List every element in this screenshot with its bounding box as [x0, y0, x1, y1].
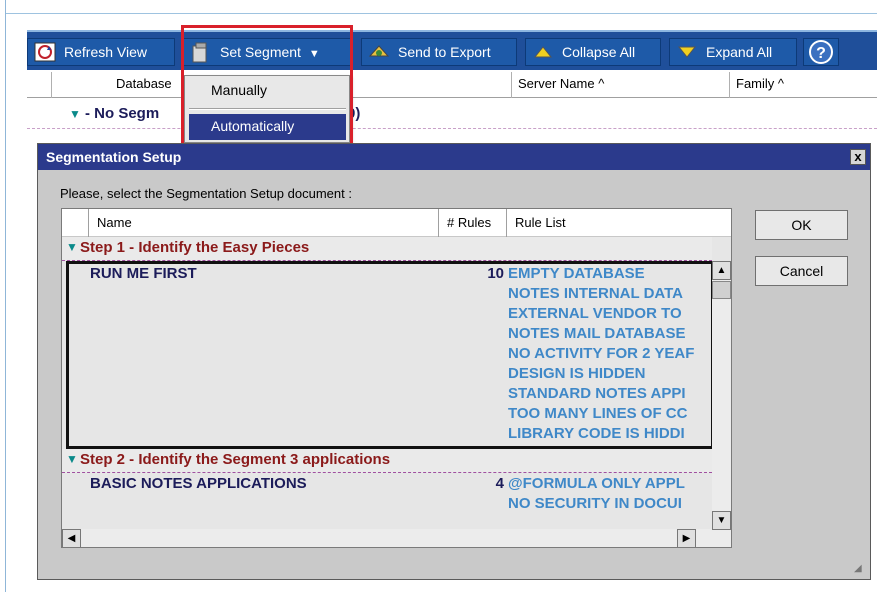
menu-item-manually[interactable]: Manually — [189, 78, 346, 104]
expanded-triangle-icon: ▼ — [66, 452, 78, 466]
dialog-title-bar: Segmentation Setup x — [38, 144, 870, 170]
vertical-scrollbar[interactable]: ▲ ▼ — [712, 261, 731, 547]
ok-button[interactable]: OK — [755, 210, 848, 240]
entry-rule-count: 4 — [495, 475, 504, 492]
cancel-button[interactable]: Cancel — [755, 256, 848, 286]
horizontal-scrollbar[interactable]: ◀ ▶ — [62, 529, 712, 547]
refresh-icon — [34, 42, 56, 62]
segmentation-setup-dialog: Segmentation Setup x Please, select the … — [37, 143, 871, 580]
col-rules[interactable]: # Rules — [438, 209, 506, 237]
set-segment-label: Set Segment — [220, 44, 301, 60]
rule-item: @FORMULA ONLY APPL — [508, 475, 685, 492]
step-2-title: Step 2 - Identify the Segment 3 applicat… — [80, 451, 391, 468]
step-2-row[interactable]: ▼ Step 2 - Identify the Segment 3 applic… — [62, 449, 712, 473]
export-icon — [368, 42, 390, 62]
selected-entry-frame — [66, 261, 714, 449]
help-icon: ? — [809, 40, 833, 64]
set-segment-menu: Manually Automatically — [184, 75, 350, 143]
chevron-down-icon: ▼ — [308, 48, 320, 60]
scroll-up-icon[interactable]: ▲ — [712, 261, 731, 280]
collapse-all-button[interactable]: Collapse All — [525, 38, 661, 66]
col-family[interactable]: Family ^ — [729, 72, 877, 98]
dialog-prompt: Please, select the Segmentation Setup do… — [60, 186, 352, 201]
scroll-right-icon[interactable]: ▶ — [677, 529, 696, 547]
scroll-thumb[interactable] — [712, 281, 731, 299]
toolbar: Refresh View Set Segment ▼ Send to Expor… — [27, 30, 877, 70]
collapse-all-label: Collapse All — [562, 44, 636, 60]
scroll-down-icon[interactable]: ▼ — [712, 511, 731, 530]
send-to-export-button[interactable]: Send to Export — [361, 38, 517, 66]
help-button[interactable]: ? — [803, 38, 839, 66]
entry-basic-notes-applications[interactable]: BASIC NOTES APPLICATIONS — [90, 475, 307, 492]
collapse-icon — [532, 42, 554, 62]
step-1-row[interactable]: ▼ Step 1 - Identify the Easy Pieces — [62, 237, 712, 261]
app-window: Refresh View Set Segment ▼ Send to Expor… — [0, 0, 877, 592]
expand-all-button[interactable]: Expand All — [669, 38, 797, 66]
step-1-title: Step 1 - Identify the Easy Pieces — [80, 239, 310, 256]
col-name[interactable]: Name — [88, 209, 438, 237]
col-rule-list[interactable]: Rule List — [506, 209, 731, 237]
close-button[interactable]: x — [850, 149, 866, 165]
grid-column-header: Database Server Name ^ Family ^ — [27, 72, 877, 98]
segment-group-label: - No Segm — [85, 105, 160, 122]
col-database[interactable]: Database — [51, 72, 181, 98]
refresh-view-button[interactable]: Refresh View — [27, 38, 175, 66]
dialog-title: Segmentation Setup — [46, 149, 182, 165]
expanded-triangle-icon: ▼ — [66, 240, 78, 254]
expanded-triangle-icon: ▼ — [69, 107, 81, 121]
window-frame-top — [6, 0, 877, 14]
rule-item: NO SECURITY IN DOCUI — [508, 495, 682, 512]
list-header-spacer — [62, 209, 88, 237]
window-frame-left — [0, 0, 6, 592]
help-glyph: ? — [816, 45, 826, 62]
scroll-left-icon[interactable]: ◀ — [62, 529, 81, 547]
segment-icon — [190, 42, 212, 63]
segment-group-row[interactable]: ▼ - No Segm 0) — [27, 99, 877, 129]
expand-all-label: Expand All — [706, 44, 773, 60]
resize-grip-icon[interactable]: ◢ — [854, 563, 868, 577]
set-segment-button[interactable]: Set Segment ▼ — [183, 38, 353, 66]
menu-separator — [189, 108, 346, 110]
expand-icon — [676, 42, 698, 62]
col-server-name[interactable]: Server Name ^ — [511, 72, 727, 98]
refresh-view-label: Refresh View — [64, 44, 148, 60]
send-to-export-label: Send to Export — [398, 44, 491, 60]
menu-item-automatically[interactable]: Automatically — [189, 114, 346, 140]
setup-document-list[interactable]: Name # Rules Rule List ▼ Step 1 - Identi… — [61, 208, 732, 548]
header-spacer — [27, 72, 51, 98]
list-header: Name # Rules Rule List — [62, 209, 731, 237]
